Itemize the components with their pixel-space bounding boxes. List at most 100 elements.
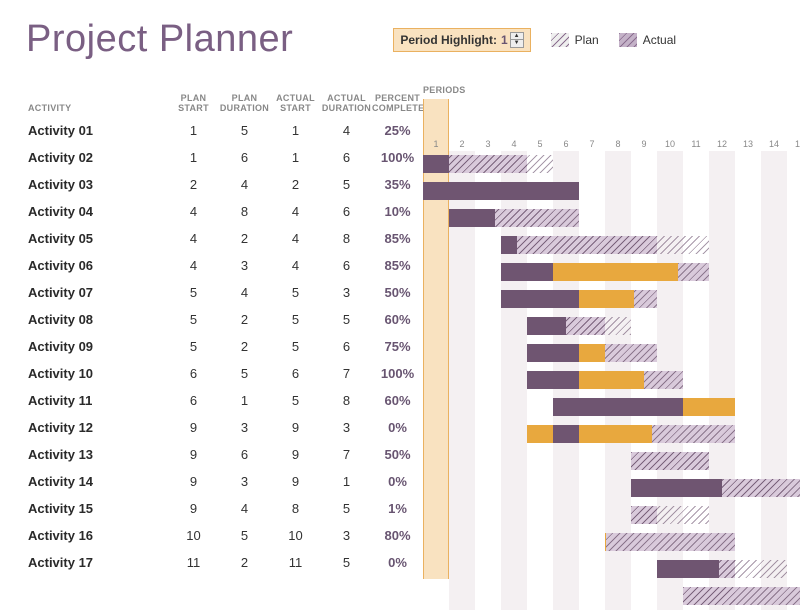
period-tick: 6 [553, 139, 579, 149]
cell-percent: 100% [372, 150, 423, 165]
gantt-row [423, 394, 800, 421]
bar-complete-over [553, 263, 579, 281]
cell-plan-duration: 5 [219, 366, 270, 381]
table-row[interactable]: Activity 08525560% [26, 306, 423, 333]
bar-complete-plan [527, 317, 553, 335]
bar-complete-plan [553, 182, 579, 200]
period-highlight-label: Period Highlight: [400, 33, 497, 47]
cell-percent: 75% [372, 339, 423, 354]
cell-actual-start: 11 [270, 555, 321, 570]
bar-complete-plan [449, 182, 475, 200]
bar-complete-over [605, 533, 606, 551]
bar-complete-plan [501, 236, 517, 254]
table-row[interactable]: Activity 05424885% [26, 225, 423, 252]
cell-actual-start: 5 [270, 393, 321, 408]
col-actual-duration: ACTUAL DURATION [321, 93, 372, 113]
cell-activity: Activity 13 [26, 447, 168, 462]
col-plan-start: PLAN START [168, 93, 219, 113]
table-row[interactable]: Activity 13969750% [26, 441, 423, 468]
period-tick: 8 [605, 139, 631, 149]
gantt-chart [423, 151, 800, 610]
cell-activity: Activity 17 [26, 555, 168, 570]
cell-plan-duration: 2 [219, 312, 270, 327]
legend-actual-label: Actual [643, 33, 676, 47]
cell-actual-start: 1 [270, 150, 321, 165]
col-periods: PERIODS [423, 85, 466, 95]
table-row[interactable]: Activity 06434685% [26, 252, 423, 279]
cell-activity: Activity 03 [26, 177, 168, 192]
cell-percent: 60% [372, 393, 423, 408]
cell-plan-duration: 8 [219, 204, 270, 219]
cell-plan-start: 5 [168, 285, 219, 300]
cell-percent: 0% [372, 555, 423, 570]
cell-activity: Activity 10 [26, 366, 168, 381]
cell-plan-start: 1 [168, 150, 219, 165]
table-row[interactable]: Activity 1610510380% [26, 522, 423, 549]
table-row[interactable]: Activity 11615860% [26, 387, 423, 414]
bar-complete-over [605, 371, 631, 389]
period-highlight-spinner[interactable]: ▲ ▼ [510, 32, 524, 48]
table-row[interactable]: Activity 021616100% [26, 144, 423, 171]
legend-plan-label: Plan [575, 33, 599, 47]
table-row[interactable]: Activity 09525675% [26, 333, 423, 360]
table-row[interactable]: Activity 1293930% [26, 414, 423, 441]
bar-complete-plan [631, 398, 657, 416]
cell-actual-duration: 7 [321, 447, 372, 462]
table-row[interactable]: Activity 1594851% [26, 495, 423, 522]
bar-complete-plan [501, 182, 527, 200]
cell-plan-duration: 5 [219, 528, 270, 543]
cell-actual-start: 4 [270, 258, 321, 273]
bar-complete-over [579, 371, 605, 389]
cell-activity: Activity 07 [26, 285, 168, 300]
cell-plan-start: 9 [168, 474, 219, 489]
cell-actual-duration: 7 [321, 366, 372, 381]
gantt-row [423, 178, 800, 205]
cell-actual-duration: 8 [321, 393, 372, 408]
gantt-row [423, 421, 800, 448]
table-row[interactable]: Activity 07545350% [26, 279, 423, 306]
cell-activity: Activity 15 [26, 501, 168, 516]
col-actual-start: ACTUAL START [270, 93, 321, 113]
bar-complete-plan [423, 155, 449, 173]
cell-actual-start: 5 [270, 312, 321, 327]
period-highlight-control[interactable]: Period Highlight: 1 ▲ ▼ [393, 28, 530, 52]
gantt-row [423, 313, 800, 340]
bar-complete-plan [657, 560, 683, 578]
table-row[interactable]: Activity 106567100% [26, 360, 423, 387]
bar-complete-over [579, 425, 605, 443]
cell-plan-start: 2 [168, 177, 219, 192]
cell-plan-start: 10 [168, 528, 219, 543]
cell-activity: Activity 08 [26, 312, 168, 327]
bar-complete-plan [553, 290, 579, 308]
spinner-up-icon[interactable]: ▲ [511, 33, 523, 40]
cell-actual-start: 8 [270, 501, 321, 516]
table-row[interactable]: Activity 01151425% [26, 117, 423, 144]
bar-complete-over [579, 344, 605, 362]
cell-percent: 1% [372, 501, 423, 516]
cell-actual-duration: 5 [321, 555, 372, 570]
table-row[interactable]: Activity 04484610% [26, 198, 423, 225]
cell-actual-duration: 6 [321, 150, 372, 165]
period-tick: 13 [735, 139, 761, 149]
bar-complete-plan [553, 344, 579, 362]
bar-complete-over [631, 290, 634, 308]
cell-percent: 80% [372, 528, 423, 543]
bar-complete-plan [553, 425, 579, 443]
bar-complete-over [605, 425, 631, 443]
spinner-down-icon[interactable]: ▼ [511, 40, 523, 47]
cell-plan-duration: 6 [219, 150, 270, 165]
bar-complete-over [579, 290, 605, 308]
cell-percent: 100% [372, 366, 423, 381]
cell-actual-duration: 6 [321, 258, 372, 273]
cell-percent: 10% [372, 204, 423, 219]
bar-actual [631, 452, 709, 470]
gantt-row [423, 448, 800, 475]
cell-actual-duration: 5 [321, 501, 372, 516]
bar-complete-plan [527, 290, 553, 308]
table-row[interactable]: Activity 171121150% [26, 549, 423, 576]
bar-complete-plan [709, 560, 719, 578]
table-row[interactable]: Activity 03242535% [26, 171, 423, 198]
bar-complete-over [605, 263, 631, 281]
table-row[interactable]: Activity 1493910% [26, 468, 423, 495]
cell-actual-duration: 5 [321, 177, 372, 192]
